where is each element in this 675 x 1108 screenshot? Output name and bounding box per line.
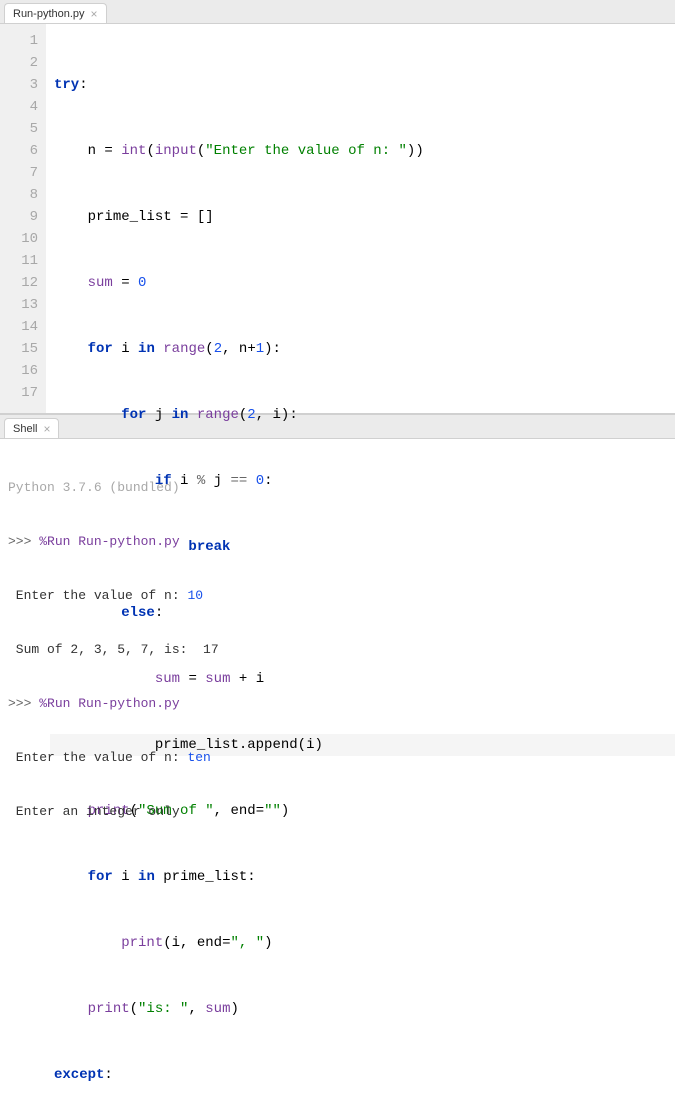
editor-tab-bar: Run-python.py ×: [0, 0, 675, 24]
line-number: 14: [6, 316, 38, 338]
code-line: prime_list = []: [50, 206, 675, 228]
code-line: print(i, end=", "): [50, 932, 675, 954]
line-number: 6: [6, 140, 38, 162]
code-line: for i in prime_list:: [50, 866, 675, 888]
line-number: 9: [6, 206, 38, 228]
shell-command: >>> %Run Run-python.py: [8, 695, 667, 713]
line-number: 17: [6, 382, 38, 404]
line-number: 10: [6, 228, 38, 250]
shell-tab[interactable]: Shell ×: [4, 418, 59, 438]
line-number: 7: [6, 162, 38, 184]
code-line: sum = 0: [50, 272, 675, 294]
code-line: else:: [50, 602, 675, 624]
line-number: 4: [6, 96, 38, 118]
editor-tab-label: Run-python.py: [13, 8, 85, 20]
shell-tab-label: Shell: [13, 423, 37, 435]
line-number: 15: [6, 338, 38, 360]
close-icon[interactable]: ×: [91, 8, 98, 20]
line-number: 13: [6, 294, 38, 316]
line-number: 5: [6, 118, 38, 140]
code-line: except:: [50, 1064, 675, 1086]
code-area[interactable]: try: n = int(input("Enter the value of n…: [46, 24, 675, 413]
close-icon[interactable]: ×: [43, 423, 50, 435]
line-number: 8: [6, 184, 38, 206]
code-line: print("is: ", sum): [50, 998, 675, 1020]
editor-tab[interactable]: Run-python.py ×: [4, 3, 107, 23]
code-line: sum = sum + i: [50, 668, 675, 690]
code-line: for i in range(2, n+1):: [50, 338, 675, 360]
line-number: 12: [6, 272, 38, 294]
line-number: 16: [6, 360, 38, 382]
code-editor[interactable]: 1 2 3 4 5 6 7 8 9 10 11 12 13 14 15 16 1…: [0, 24, 675, 414]
code-line: n = int(input("Enter the value of n: ")): [50, 140, 675, 162]
shell-output-line: Sum of 2, 3, 5, 7, is: 17: [8, 641, 667, 659]
line-number: 1: [6, 30, 38, 52]
code-line: try:: [50, 74, 675, 96]
line-number: 3: [6, 74, 38, 96]
line-number: 11: [6, 250, 38, 272]
line-number-gutter: 1 2 3 4 5 6 7 8 9 10 11 12 13 14 15 16 1…: [0, 24, 46, 413]
code-line: for j in range(2, i):: [50, 404, 675, 426]
line-number: 2: [6, 52, 38, 74]
